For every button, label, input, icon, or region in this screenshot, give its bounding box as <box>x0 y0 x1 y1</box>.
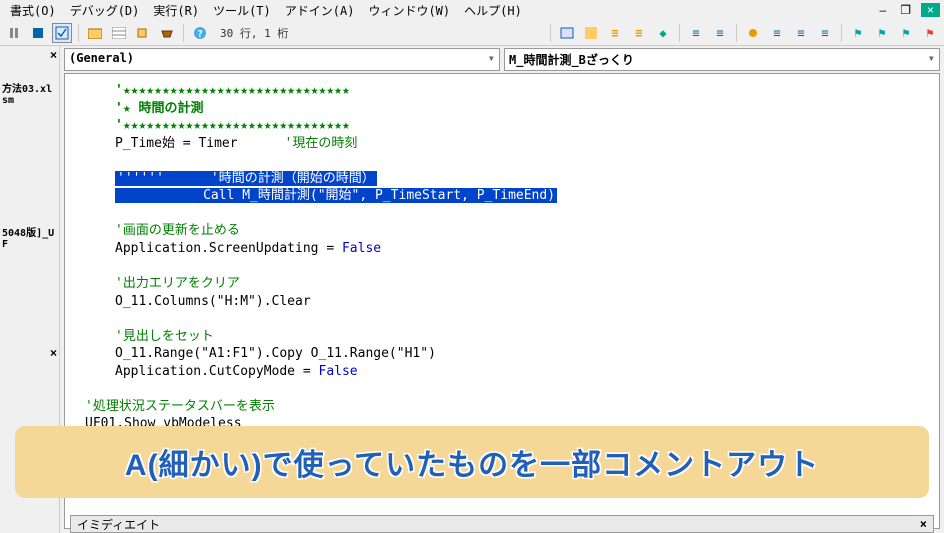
pause-icon[interactable] <box>4 23 24 43</box>
design-mode-icon[interactable] <box>52 23 72 43</box>
bookmark-clear-icon[interactable]: ⚑ <box>920 23 940 43</box>
indent-icon[interactable]: ≡ <box>605 23 625 43</box>
code-line: Application.CutCopyMode = False <box>115 363 931 381</box>
code-line: Call M_時間計測("開始", P_TimeStart, P_TimeEnd… <box>115 187 931 205</box>
code-line: '★ 時間の計測 <box>115 100 931 118</box>
menu-format[interactable]: 書式(O) <box>4 0 62 21</box>
panel-close-icon[interactable]: × <box>50 48 57 62</box>
project-item[interactable]: 5048版]_UF <box>0 220 59 254</box>
breakpoint-icon[interactable] <box>743 23 763 43</box>
bookmark-next-icon[interactable]: ⚑ <box>872 23 892 43</box>
close-icon[interactable]: × <box>920 517 927 531</box>
toggle-icon[interactable] <box>557 23 577 43</box>
bookmark-prev-icon[interactable]: ⚑ <box>896 23 916 43</box>
minimize-button[interactable]: – <box>876 3 891 17</box>
cursor-position: 30 行, 1 桁 <box>214 25 294 41</box>
code-line: '出力エリアをクリア <box>115 275 931 293</box>
toolbox-icon[interactable] <box>157 23 177 43</box>
code-line: Application.ScreenUpdating = False <box>115 240 931 258</box>
code-line: P_Time始 = Timer '現在の時刻 <box>115 135 931 153</box>
uncomment-icon[interactable]: ≡ <box>791 23 811 43</box>
bookmark-toggle-icon[interactable]: ⚑ <box>848 23 868 43</box>
subtitle-overlay: A(細かい)で使っていたものを一部コメントアウト <box>15 426 929 498</box>
object-dropdown[interactable]: (General) <box>64 48 500 71</box>
immediate-window[interactable]: イミディエイト × <box>70 515 934 533</box>
project-explorer-icon[interactable] <box>85 23 105 43</box>
subtitle-text: A(細かい)で使っていたものを一部コメントアウト <box>33 440 911 484</box>
menu-debug[interactable]: デバッグ(D) <box>64 0 146 21</box>
outdent2-icon[interactable]: ≡ <box>710 23 730 43</box>
properties-icon[interactable] <box>109 23 129 43</box>
menu-tools[interactable]: ツール(T) <box>207 0 277 21</box>
maximize-button[interactable]: ❐ <box>896 3 915 17</box>
code-line: '見出しをセット <box>115 328 931 346</box>
code-line <box>115 380 931 398</box>
menu-addins[interactable]: アドイン(A) <box>279 0 361 21</box>
outdent-icon[interactable]: ≡ <box>629 23 649 43</box>
code-line <box>115 152 931 170</box>
menu-help[interactable]: ヘルプ(H) <box>458 0 528 21</box>
code-line <box>115 310 931 328</box>
code-line: '処理状況ステータスバーを表示 <box>85 398 931 416</box>
procedure-dropdown[interactable]: M_時間計測_Bざっくり <box>504 48 940 71</box>
code-line: '★★★★★★★★★★★★★★★★★★★★★★★★★★★★★ <box>115 82 931 100</box>
help-icon[interactable]: ? <box>190 23 210 43</box>
indent2-icon[interactable]: ≡ <box>686 23 706 43</box>
menu-window[interactable]: ウィンドウ(W) <box>362 0 456 21</box>
close-button[interactable]: × <box>921 3 940 17</box>
menubar: 書式(O) デバッグ(D) 実行(R) ツール(T) アドイン(A) ウィンドウ… <box>0 0 944 20</box>
stop-icon[interactable] <box>28 23 48 43</box>
code-line: O_11.Columns("H:M").Clear <box>115 293 931 311</box>
code-line <box>115 205 931 223</box>
code-line: O_11.Range("A1:F1").Copy O_11.Range("H1"… <box>115 345 931 363</box>
code-line: '★★★★★★★★★★★★★★★★★★★★★★★★★★★★★ <box>115 117 931 135</box>
list-icon[interactable]: ≡ <box>815 23 835 43</box>
panel-close-icon[interactable]: × <box>50 346 57 360</box>
immediate-label: イミディエイト <box>77 516 160 533</box>
code-line: '''''' '時間の計測（開始の時間） <box>115 170 931 188</box>
toolbar: ? 30 行, 1 桁 ≡ ≡ ◆ ≡ ≡ ≡ ≡ ≡ ⚑ ⚑ ⚑ ⚑ <box>0 20 944 46</box>
project-item[interactable]: 方法03.xlsm <box>0 76 59 110</box>
window-controls: – ❐ × <box>876 3 940 17</box>
code-line: '画面の更新を止める <box>115 222 931 240</box>
tool-icon[interactable] <box>581 23 601 43</box>
object-browser-icon[interactable] <box>133 23 153 43</box>
menu-run[interactable]: 実行(R) <box>147 0 205 21</box>
svg-text:?: ? <box>197 29 203 40</box>
code-line <box>115 257 931 275</box>
bookmark-icon[interactable]: ◆ <box>653 23 673 43</box>
comment-icon[interactable]: ≡ <box>767 23 787 43</box>
